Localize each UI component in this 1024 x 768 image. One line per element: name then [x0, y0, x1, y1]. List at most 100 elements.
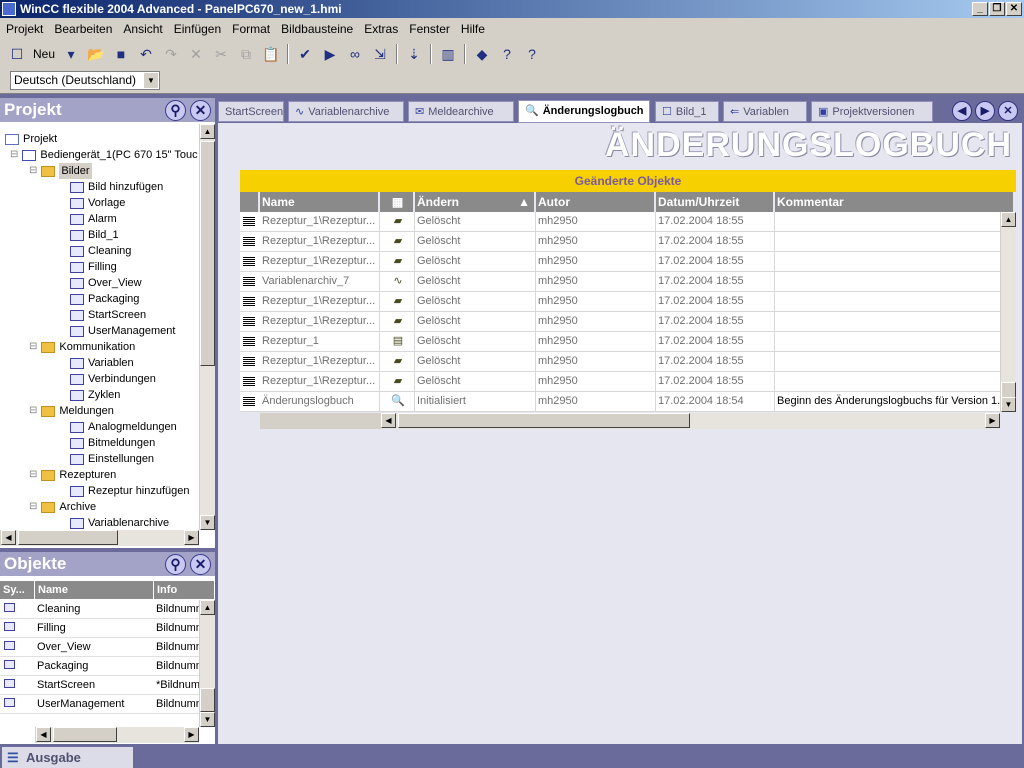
table-vertical-scrollbar[interactable]: ▲ ▼: [1000, 212, 1016, 412]
tree-vertical-scrollbar[interactable]: ▲ ▼: [199, 124, 215, 530]
tree-item[interactable]: Over_View: [70, 275, 142, 291]
tree-item[interactable]: ⊟ Kommunikation: [29, 339, 135, 355]
column-header-comment[interactable]: Kommentar: [775, 192, 1015, 212]
tree-item[interactable]: StartScreen: [70, 307, 146, 323]
menu-einfügen[interactable]: Einfügen: [174, 22, 221, 36]
download-icon[interactable]: ⇣: [405, 45, 423, 63]
tree-item[interactable]: Filling: [70, 259, 117, 275]
delete-icon[interactable]: ✕: [187, 45, 205, 63]
library-icon[interactable]: ▥: [439, 45, 457, 63]
menu-fenster[interactable]: Fenster: [409, 22, 450, 36]
scroll-down-icon[interactable]: ▼: [200, 712, 215, 727]
tree-item[interactable]: Variablenarchive: [70, 515, 169, 530]
save-icon[interactable]: ■: [112, 45, 130, 63]
table-row[interactable]: Änderungslogbuch 🔍 Initialisiert mh2950 …: [240, 392, 1000, 412]
scroll-thumb[interactable]: [398, 413, 690, 428]
tab-variablenarchive[interactable]: ∿ Variablenarchive: [288, 101, 404, 122]
check-icon[interactable]: ✔: [296, 45, 314, 63]
book-icon[interactable]: ◆: [473, 45, 491, 63]
scroll-right-icon[interactable]: ▶: [985, 413, 1000, 428]
pin-icon[interactable]: ⚲: [165, 554, 186, 575]
tree-item[interactable]: Packaging: [70, 291, 139, 307]
tree-item[interactable]: ⊟ Archive: [29, 499, 96, 515]
tab-projektversionen[interactable]: ▣ Projektversionen: [811, 101, 933, 122]
tab-prev-icon[interactable]: ◀: [952, 101, 972, 121]
table-row[interactable]: Variablenarchiv_7 ∿ Gelöscht mh2950 17.0…: [240, 272, 1000, 292]
menu-format[interactable]: Format: [232, 22, 270, 36]
table-row[interactable]: Rezeptur_1\Rezeptur... ▰ Gelöscht mh2950…: [240, 292, 1000, 312]
collapse-icon[interactable]: ⊟: [29, 467, 37, 483]
tree-item[interactable]: Verbindungen: [70, 371, 156, 387]
menu-projekt[interactable]: Projekt: [6, 22, 43, 36]
table-row[interactable]: Rezeptur_1\Rezeptur... ▰ Gelöscht mh2950…: [240, 232, 1000, 252]
objects-vertical-scrollbar[interactable]: ▲ ▼: [199, 600, 215, 727]
new-icon[interactable]: ☐: [8, 45, 26, 63]
object-row[interactable]: Over_View Bildnumm: [0, 638, 199, 657]
scroll-thumb[interactable]: [1001, 382, 1016, 398]
object-row[interactable]: UserManagement Bildnumm: [0, 695, 199, 714]
chevron-down-icon[interactable]: ▼: [144, 73, 158, 88]
collapse-icon[interactable]: ⊟: [29, 499, 37, 515]
tab-next-icon[interactable]: ▶: [975, 101, 995, 121]
tree-item[interactable]: Alarm: [70, 211, 117, 227]
menu-bearbeiten[interactable]: Bearbeiten: [54, 22, 112, 36]
new-button[interactable]: Neu: [33, 47, 55, 61]
column-header-type[interactable]: ▦: [380, 192, 415, 212]
table-row[interactable]: Rezeptur_1 ▤ Gelöscht mh2950 17.02.2004 …: [240, 332, 1000, 352]
compile-icon[interactable]: ▶: [321, 45, 339, 63]
name-column-scrollbar[interactable]: [260, 413, 380, 429]
tree-horizontal-scrollbar[interactable]: ◀ ▶: [0, 530, 199, 546]
menu-extras[interactable]: Extras: [364, 22, 398, 36]
simulate-icon[interactable]: ∞: [346, 45, 364, 63]
tree-item[interactable]: ⊟ Meldungen: [29, 403, 114, 419]
objects-horizontal-scrollbar[interactable]: ◀ ▶: [35, 727, 199, 743]
table-row[interactable]: Rezeptur_1\Rezeptur... ▰ Gelöscht mh2950…: [240, 212, 1000, 232]
paste-icon[interactable]: 📋: [262, 45, 280, 63]
tree-item[interactable]: Cleaning: [70, 243, 131, 259]
scroll-right-icon[interactable]: ▶: [184, 727, 199, 742]
tab--nderungslogbuch[interactable]: 🔍 Änderungslogbuch: [518, 100, 650, 123]
dropdown-icon[interactable]: ▾: [62, 45, 80, 63]
scroll-thumb[interactable]: [200, 688, 215, 712]
scroll-thumb[interactable]: [200, 141, 215, 366]
column-header-name[interactable]: Name: [260, 192, 380, 212]
close-button[interactable]: ✕: [1006, 2, 1022, 16]
undo-icon[interactable]: ↶: [137, 45, 155, 63]
scroll-up-icon[interactable]: ▲: [200, 124, 215, 139]
tree-item[interactable]: Projekt: [5, 131, 57, 147]
column-header-symbol[interactable]: Sy...: [0, 581, 35, 599]
scroll-right-icon[interactable]: ▶: [184, 530, 199, 545]
copy-icon[interactable]: ⧉: [237, 45, 255, 63]
tab-variablen[interactable]: ⇐ Variablen: [723, 101, 807, 122]
cut-icon[interactable]: ✂: [212, 45, 230, 63]
tree-item[interactable]: Vorlage: [70, 195, 125, 211]
collapse-icon[interactable]: ⊟: [10, 147, 18, 163]
pin-icon[interactable]: ⚲: [165, 100, 186, 121]
tab-startscreen[interactable]: StartScreen: [218, 101, 284, 122]
scroll-thumb[interactable]: [53, 727, 117, 742]
tree-item[interactable]: Bild hinzufügen: [70, 179, 163, 195]
tree-item[interactable]: Zyklen: [70, 387, 120, 403]
language-select[interactable]: Deutsch (Deutschland) ▼: [10, 71, 160, 90]
column-header-change[interactable]: Ändern ▲: [415, 192, 536, 212]
scroll-down-icon[interactable]: ▼: [200, 515, 215, 530]
object-row[interactable]: Packaging Bildnumm: [0, 657, 199, 676]
tree-item[interactable]: Einstellungen: [70, 451, 154, 467]
table-row[interactable]: Rezeptur_1\Rezeptur... ▰ Gelöscht mh2950…: [240, 312, 1000, 332]
tree-item[interactable]: UserManagement: [70, 323, 175, 339]
scroll-up-icon[interactable]: ▲: [200, 600, 215, 615]
table-row[interactable]: Rezeptur_1\Rezeptur... ▰ Gelöscht mh2950…: [240, 372, 1000, 392]
collapse-icon[interactable]: ⊟: [29, 403, 37, 419]
close-editor-icon[interactable]: ✕: [998, 101, 1018, 121]
tree-item[interactable]: Analogmeldungen: [70, 419, 177, 435]
redo-icon[interactable]: ↷: [162, 45, 180, 63]
object-row[interactable]: Filling Bildnumm: [0, 619, 199, 638]
table-row[interactable]: Rezeptur_1\Rezeptur... ▰ Gelöscht mh2950…: [240, 352, 1000, 372]
open-icon[interactable]: 📂: [87, 45, 105, 63]
tab-bild-1[interactable]: ☐ Bild_1: [655, 101, 719, 122]
tree-item[interactable]: ⊟ Bediengerät_1(PC 670 15" Touc: [10, 147, 198, 163]
scroll-down-icon[interactable]: ▼: [1001, 397, 1016, 412]
restore-button[interactable]: ❐: [989, 2, 1005, 16]
tree-item[interactable]: Rezeptur hinzufügen: [70, 483, 190, 499]
output-tab[interactable]: ☰ Ausgabe: [2, 747, 133, 768]
